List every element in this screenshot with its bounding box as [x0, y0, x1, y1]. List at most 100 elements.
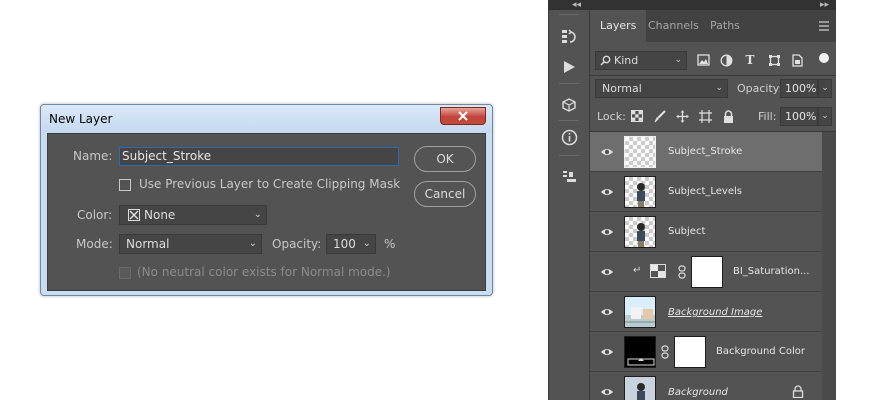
opacity-unit: %: [384, 237, 396, 251]
mode-select[interactable]: Normal ⌄: [119, 234, 262, 254]
layer-mask-thumbnail[interactable]: [674, 336, 706, 368]
chevron-down-icon: ⌄: [362, 238, 371, 249]
info-icon[interactable]: [560, 128, 578, 146]
lock-transparent-icon[interactable]: [630, 109, 644, 123]
color-select[interactable]: None ⌄: [119, 205, 267, 225]
chevron-down-icon: ⌄: [715, 83, 723, 93]
filter-kind-select[interactable]: Kind ⌄: [595, 51, 687, 70]
name-label: Name:: [73, 149, 113, 163]
layer-name[interactable]: Subject: [668, 226, 705, 237]
tab-channels[interactable]: Channels: [638, 10, 709, 42]
layer-row-bi-saturation[interactable]: ↵ BI_Saturation...: [590, 252, 822, 292]
type-filter-icon[interactable]: T: [743, 53, 757, 67]
panel-tabbar: Layers Channels Paths: [590, 10, 836, 42]
layer-row-background-color[interactable]: Background Color: [590, 332, 822, 372]
chevron-down-icon: ⌄: [253, 209, 262, 220]
layer-thumbnail: [624, 376, 656, 400]
lock-icon[interactable]: [721, 109, 735, 123]
layer-thumbnail: [624, 296, 656, 328]
lock-icon: [792, 385, 804, 398]
layer-name[interactable]: Subject_Levels: [668, 186, 742, 197]
layer-mask-thumbnail[interactable]: [691, 256, 723, 288]
eye-icon[interactable]: [600, 345, 614, 359]
panel-icon-column: [549, 10, 589, 400]
artboard-lock-icon[interactable]: [698, 109, 712, 123]
layer-row-subject-levels[interactable]: Subject_Levels: [590, 172, 822, 212]
eye-icon[interactable]: [600, 225, 614, 239]
ok-button[interactable]: OK: [414, 146, 476, 172]
link-icon[interactable]: [678, 265, 686, 279]
tab-paths[interactable]: Paths: [700, 10, 750, 42]
person-figure-icon: [637, 383, 645, 400]
color-select-value: None: [144, 208, 176, 222]
color-label: Color:: [77, 208, 113, 222]
fill-color-icon: [627, 358, 655, 366]
dialog-titlebar[interactable]: New Layer: [41, 105, 492, 133]
fill-input[interactable]: 100%: [780, 107, 818, 126]
layer-name[interactable]: Background Color: [716, 346, 805, 357]
layer-name[interactable]: Subject_Stroke: [668, 146, 742, 157]
neutral-color-checkbox: [119, 267, 131, 279]
layer-row-background[interactable]: Background: [590, 372, 822, 400]
dialog-body: Name: Subject_Stroke Use Previous Layer …: [47, 133, 486, 291]
tool-divider: [559, 120, 579, 121]
close-icon: [458, 111, 468, 121]
eye-icon[interactable]: [600, 305, 614, 319]
person-figure-icon: [637, 223, 645, 247]
collapse-left-icon[interactable]: ◂◂: [572, 0, 581, 10]
filter-toggle-icon[interactable]: [819, 53, 829, 63]
opacity-input[interactable]: 100 ⌄: [326, 234, 376, 254]
lock-label: Lock:: [597, 110, 626, 123]
close-button[interactable]: [440, 107, 486, 125]
cancel-button[interactable]: Cancel: [414, 181, 476, 207]
mode-select-value: Normal: [126, 237, 170, 251]
opacity-label: Opacity:: [272, 237, 322, 251]
layer-thumbnail: [624, 176, 656, 208]
eye-icon[interactable]: [600, 185, 614, 199]
panel-top-strip: ◂◂ ▸▸: [548, 0, 836, 10]
link-icon[interactable]: [661, 345, 669, 359]
smart-object-filter-icon[interactable]: [790, 53, 804, 67]
layer-row-background-image[interactable]: Background Image: [590, 292, 822, 332]
fill-label: Fill:: [758, 110, 777, 123]
cube-icon[interactable]: [560, 96, 578, 114]
adjustment-filter-icon[interactable]: [719, 53, 733, 67]
name-input[interactable]: Subject_Stroke: [119, 147, 399, 166]
person-figure-icon: [637, 183, 645, 207]
layer-row-subject-stroke[interactable]: Subject_Stroke: [590, 132, 822, 172]
divider: [590, 75, 836, 76]
chevron-down-icon: ⌄: [248, 238, 257, 249]
eye-icon[interactable]: [600, 145, 614, 159]
landscape-photo-icon: [625, 297, 655, 327]
tool-divider: [559, 155, 579, 156]
layer-thumbnail: [624, 336, 656, 368]
eye-icon[interactable]: [600, 265, 614, 279]
layer-name[interactable]: Background Image: [668, 307, 762, 318]
layer-name[interactable]: Background: [668, 387, 728, 398]
move-icon[interactable]: [675, 109, 689, 123]
search-icon: [600, 55, 611, 66]
stamp-icon[interactable]: [560, 168, 578, 186]
clipping-mask-checkbox[interactable]: [119, 179, 131, 191]
layer-thumbnail: [624, 136, 656, 168]
panel-opacity-input[interactable]: 100%: [780, 79, 818, 98]
layer-thumbnail: [624, 216, 656, 248]
clipping-mask-label: Use Previous Layer to Create Clipping Ma…: [139, 177, 401, 191]
shape-filter-icon[interactable]: [767, 53, 781, 67]
history-icon[interactable]: [560, 28, 578, 46]
layers-scrollbar[interactable]: [822, 132, 836, 400]
eye-icon[interactable]: [600, 385, 614, 399]
chevron-down-icon: ⌄: [674, 55, 682, 65]
dialog-title: New Layer: [49, 112, 113, 126]
collapse-right-icon[interactable]: ▸▸: [820, 0, 829, 10]
chevron-down-icon[interactable]: ⌄: [818, 79, 832, 98]
layer-row-subject[interactable]: Subject: [590, 212, 822, 252]
image-filter-icon[interactable]: [696, 53, 710, 67]
menu-icon[interactable]: [818, 21, 830, 31]
blend-mode-select[interactable]: Normal ⌄: [595, 79, 728, 98]
play-icon[interactable]: [560, 58, 578, 76]
chevron-down-icon[interactable]: ⌄: [818, 107, 832, 126]
brush-icon[interactable]: [652, 109, 666, 123]
layer-name[interactable]: BI_Saturation...: [733, 266, 809, 277]
filter-kind-value: Kind: [614, 54, 639, 67]
